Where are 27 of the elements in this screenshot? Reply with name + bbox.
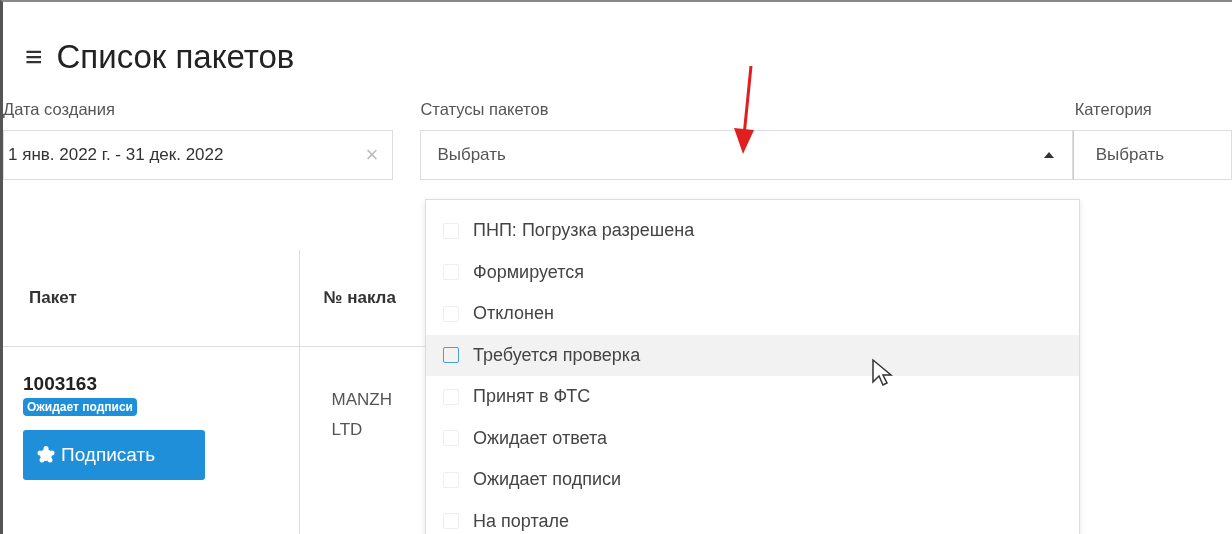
package-number: 1003163 bbox=[23, 373, 98, 395]
sign-button[interactable]: Подписать bbox=[23, 430, 205, 480]
dropdown-option[interactable]: Ожидает подписи bbox=[426, 459, 1079, 501]
status-badge: Ожидает подписи bbox=[23, 398, 137, 416]
dropdown-option[interactable]: ПНП: Погрузка разрешена bbox=[426, 210, 1079, 252]
page-title: Список пакетов bbox=[56, 38, 295, 76]
table-cell-text: LTD bbox=[331, 419, 363, 441]
dropdown-option[interactable]: Принят в ФТС bbox=[426, 376, 1079, 418]
column-header: Пакет bbox=[29, 288, 77, 307]
arrow-icon bbox=[731, 64, 757, 156]
menu-icon[interactable]: ≡ bbox=[25, 40, 43, 74]
dropdown-option[interactable]: На портале bbox=[426, 500, 1079, 534]
status-select[interactable]: Выбрать bbox=[420, 130, 1073, 180]
filter-label: Дата создания bbox=[3, 100, 116, 120]
column-header: № накла bbox=[323, 288, 396, 307]
category-select[interactable]: Выбрать bbox=[1072, 130, 1232, 180]
filter-label: Статусы пакетов bbox=[420, 100, 550, 120]
dropdown-option[interactable]: Требуется проверка bbox=[426, 334, 1079, 376]
dropdown-option[interactable]: Отклонен bbox=[426, 293, 1079, 335]
cursor-icon bbox=[871, 358, 893, 388]
table-cell-text: MANZH bbox=[331, 389, 392, 411]
caret-icon bbox=[1043, 152, 1054, 158]
checkbox[interactable] bbox=[443, 347, 459, 364]
dropdown-option[interactable]: Формируется bbox=[426, 251, 1079, 293]
dropdown-option[interactable]: Ожидает ответа bbox=[426, 417, 1079, 459]
filter-label: Категория bbox=[1074, 100, 1153, 120]
date-range-field[interactable]: 1 янв. 2022 г. - 31 дек. 2022 × bbox=[3, 130, 394, 180]
